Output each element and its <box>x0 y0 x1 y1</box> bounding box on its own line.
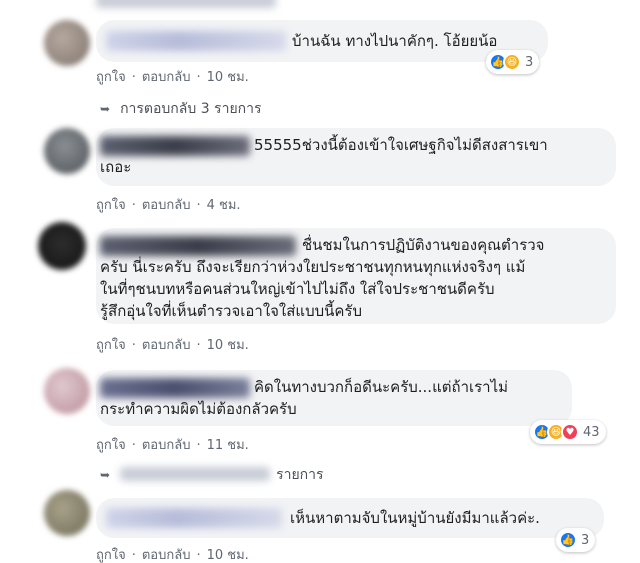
commenter-name[interactable] <box>100 378 250 398</box>
avatar[interactable] <box>38 222 86 270</box>
commenter-name[interactable] <box>106 508 282 528</box>
like-link[interactable]: ถูกใจ <box>96 198 126 213</box>
comment-bubble: บ้านฉัน ทางไปนาคักๆ. โอ้ยยน้อ <box>96 20 548 62</box>
like-link[interactable]: ถูกใจ <box>96 338 126 353</box>
comment-text: เห็นหาตามจับในหมู่บ้านยังมีมาแล้วค่ะ. <box>290 509 540 527</box>
avatar[interactable] <box>44 20 90 66</box>
comment-actions: ถูกใจ · ตอบกลับ · 10 ชม. <box>96 338 249 353</box>
avatar[interactable] <box>44 490 90 536</box>
comment-text-line: รู้สึกอุ่นใจที่เห็นตำรวจเอาใจใส่แบบนี้คร… <box>100 302 362 320</box>
commenter-name[interactable] <box>100 136 250 156</box>
reply-link[interactable]: ตอบกลับ <box>142 70 191 85</box>
reply-link[interactable]: ตอบกลับ <box>142 548 191 563</box>
like-link[interactable]: ถูกใจ <box>96 70 126 85</box>
timestamp[interactable]: 10 ชม. <box>207 338 249 353</box>
reaction-count: 43 <box>583 424 600 440</box>
replies-label: รายการ <box>276 467 324 483</box>
timestamp[interactable]: 10 ชม. <box>207 70 249 85</box>
timestamp[interactable]: 10 ชม. <box>207 548 249 563</box>
comment-text: บ้านฉัน ทางไปนาคักๆ. โอ้ยยน้อ <box>292 32 498 50</box>
view-replies-link[interactable]: ➥ รายการ <box>100 464 324 486</box>
comment-bubble: ชื่นชมในการปฏิบัติงานของคุณตำรวจ ครับ นี… <box>96 228 616 324</box>
comment-actions: ถูกใจ · ตอบกลับ · 10 ชม. <box>96 70 249 85</box>
comment-bubble: 55555ช่วงนี้ต้องเข้าใจเศษฐกิจไม่ดีสงสารเ… <box>96 128 616 186</box>
view-replies-link[interactable]: ➥ การตอบกลับ 3 รายการ <box>100 98 262 120</box>
comment-text-line: คิดในทางบวกก็อดีนะครับ...แต่ถ้าเราไม่ <box>254 378 509 396</box>
like-link[interactable]: ถูกใจ <box>96 548 126 563</box>
haha-icon: 😆 <box>503 53 521 71</box>
blurred-previous-text <box>96 0 276 8</box>
reaction-summary[interactable]: 👍 3 <box>556 528 596 552</box>
comment-actions: ถูกใจ · ตอบกลับ · 11 ชม. <box>96 438 249 453</box>
commenter-name[interactable] <box>106 31 286 51</box>
reaction-summary[interactable]: 👍 😆 3 <box>486 50 540 74</box>
timestamp[interactable]: 11 ชม. <box>207 438 249 453</box>
avatar[interactable] <box>44 128 90 174</box>
reply-link[interactable]: ตอบกลับ <box>142 198 191 213</box>
reply-link[interactable]: ตอบกลับ <box>142 438 191 453</box>
reply-arrow-icon: ➥ <box>100 468 111 482</box>
love-icon: ♥ <box>561 423 579 441</box>
avatar[interactable] <box>44 368 90 414</box>
like-link[interactable]: ถูกใจ <box>96 438 126 453</box>
like-icon: 👍 <box>559 531 577 549</box>
comment-text-line: 55555ช่วงนี้ต้องเข้าใจเศษฐกิจไม่ดีสงสารเ… <box>254 136 548 154</box>
timestamp[interactable]: 4 ชม. <box>207 198 241 213</box>
reaction-count: 3 <box>581 532 590 548</box>
comment-text-line: กระทำความผิดไม่ต้องกลัวครับ <box>100 400 297 418</box>
reaction-summary[interactable]: 👍 😆 ♥ 43 <box>530 420 606 444</box>
comment-text-line: ครับ นี่เระครับ ถึงจะเรียกว่าห่วงใยประชา… <box>100 258 526 276</box>
comment-bubble: เห็นหาตามจับในหมู่บ้านยังมีมาแล้วค่ะ. <box>96 498 604 538</box>
reaction-count: 3 <box>525 54 534 70</box>
comment-text-line: ในที่ๆชนบทหรือคนส่วนใหญ่เข้าไปไม่ถึง ใส่… <box>100 280 495 298</box>
comment-actions: ถูกใจ · ตอบกลับ · 4 ชม. <box>96 198 241 213</box>
comment-bubble: คิดในทางบวกก็อดีนะครับ...แต่ถ้าเราไม่ กร… <box>96 370 572 426</box>
comment-text-line: เถอะ <box>100 158 132 176</box>
reply-arrow-icon: ➥ <box>100 102 111 116</box>
replies-label: การตอบกลับ 3 รายการ <box>120 101 262 117</box>
comment-actions: ถูกใจ · ตอบกลับ · 10 ชม. <box>96 548 249 563</box>
commenter-name[interactable] <box>100 236 296 256</box>
comment-text-line: ชื่นชมในการปฏิบัติงานของคุณตำรวจ <box>302 236 545 254</box>
blurred-replies-count <box>120 467 271 481</box>
reply-link[interactable]: ตอบกลับ <box>142 338 191 353</box>
